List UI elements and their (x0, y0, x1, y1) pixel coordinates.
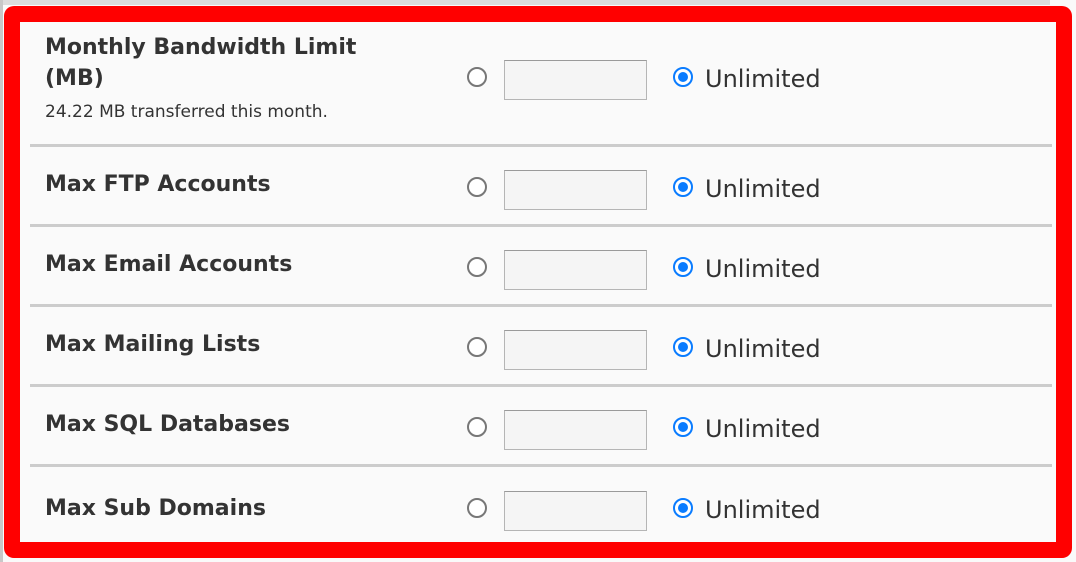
limit-value-input[interactable] (504, 250, 647, 290)
setting-label: Max Mailing Lists (45, 332, 261, 357)
unlimited-label[interactable]: Unlimited (705, 334, 821, 364)
setting-row-sub-domains: Max Sub Domains Unlimited (30, 467, 1052, 537)
bandwidth-usage-note: 24.22 MB transferred this month. (45, 102, 328, 122)
setting-row-bandwidth: Monthly Bandwidth Limit (MB) 24.22 MB tr… (30, 22, 1052, 147)
unlimited-label[interactable]: Unlimited (705, 495, 821, 525)
setting-label: Max Sub Domains (45, 496, 266, 521)
limit-value-input[interactable] (504, 170, 647, 210)
unlimited-radio[interactable] (673, 498, 693, 518)
page-left-edge (0, 0, 3, 562)
page-top-edge (0, 0, 1050, 5)
setting-row-ftp-accounts: Max FTP Accounts Unlimited (30, 147, 1052, 227)
limit-radio[interactable] (467, 498, 487, 518)
unlimited-label[interactable]: Unlimited (705, 254, 821, 284)
limit-radio[interactable] (467, 177, 487, 197)
limit-radio[interactable] (467, 257, 487, 277)
limit-radio[interactable] (467, 337, 487, 357)
limit-value-input[interactable] (504, 60, 647, 100)
limit-value-input[interactable] (504, 410, 647, 450)
setting-label: Monthly Bandwidth Limit (MB) (45, 35, 357, 91)
setting-label: Max FTP Accounts (45, 172, 271, 197)
setting-row-sql-databases: Max SQL Databases Unlimited (30, 387, 1052, 467)
unlimited-radio[interactable] (673, 417, 693, 437)
limit-value-input[interactable] (504, 491, 647, 531)
unlimited-radio[interactable] (673, 67, 693, 87)
limit-radio[interactable] (467, 67, 487, 87)
setting-row-email-accounts: Max Email Accounts Unlimited (30, 227, 1052, 307)
unlimited-label[interactable]: Unlimited (705, 174, 821, 204)
limit-radio[interactable] (467, 417, 487, 437)
limit-value-input[interactable] (504, 330, 647, 370)
setting-row-mailing-lists: Max Mailing Lists Unlimited (30, 307, 1052, 387)
setting-label: Max Email Accounts (45, 252, 293, 277)
unlimited-radio[interactable] (673, 257, 693, 277)
setting-label: Max SQL Databases (45, 412, 290, 437)
unlimited-radio[interactable] (673, 337, 693, 357)
resource-limits-form: Monthly Bandwidth Limit (MB) 24.22 MB tr… (30, 22, 1052, 537)
unlimited-label[interactable]: Unlimited (705, 414, 821, 444)
unlimited-label[interactable]: Unlimited (705, 64, 821, 94)
unlimited-radio[interactable] (673, 177, 693, 197)
